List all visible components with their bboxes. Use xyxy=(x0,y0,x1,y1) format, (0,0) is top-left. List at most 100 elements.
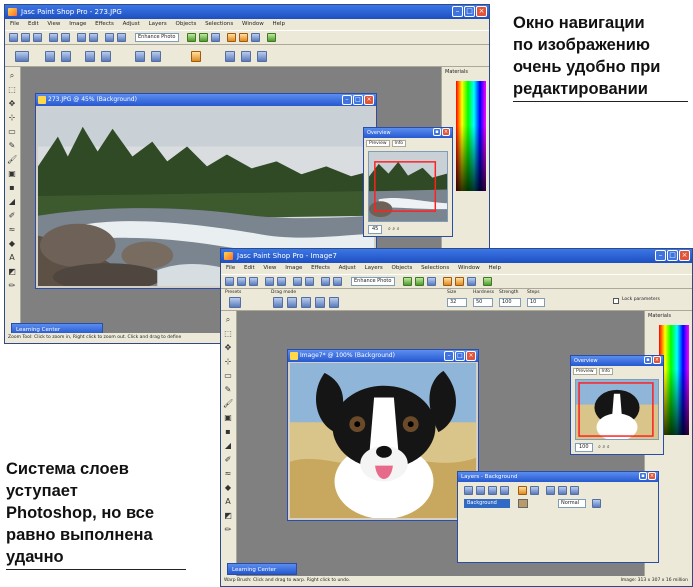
noise-mode-icon[interactable] xyxy=(329,297,339,308)
brush-icon[interactable] xyxy=(455,277,464,286)
menu-edit[interactable]: Edit xyxy=(28,21,39,27)
zoom-tools-icon[interactable]: ⌕ ⌕ ⌕ xyxy=(388,226,400,232)
menu-effects[interactable]: Effects xyxy=(95,21,114,27)
tab-info[interactable]: Info xyxy=(598,368,614,375)
pin-button[interactable]: ▪ xyxy=(644,356,652,364)
maximize-button[interactable]: □ xyxy=(353,95,363,105)
selection-tool-icon[interactable]: ⬚ xyxy=(7,85,17,94)
menu-file[interactable]: File xyxy=(226,265,235,271)
link-icon[interactable] xyxy=(558,486,567,495)
brush-icon[interactable] xyxy=(239,33,248,42)
menu-objects[interactable]: Objects xyxy=(176,21,197,27)
lock-parameters-checkbox[interactable] xyxy=(613,298,619,304)
layers-toggle-icon[interactable] xyxy=(199,33,208,42)
menu-selections[interactable]: Selections xyxy=(205,21,233,27)
fill-tool-icon[interactable]: ◢ xyxy=(7,197,17,206)
text-tool-icon[interactable]: A xyxy=(7,253,17,262)
browse-icon[interactable] xyxy=(249,277,258,286)
window-fit-2-icon[interactable] xyxy=(241,51,251,62)
palette-icon[interactable] xyxy=(187,33,196,42)
print-icon[interactable] xyxy=(61,33,70,42)
menu-file[interactable]: File xyxy=(10,21,19,27)
overview-toggle-icon[interactable] xyxy=(211,33,220,42)
blend-mode-dropdown[interactable]: Normal xyxy=(558,499,586,508)
rectangle-tool-icon[interactable]: ▭ xyxy=(7,127,17,136)
script-icon[interactable] xyxy=(443,277,452,286)
warp-tool-icon[interactable]: ≈ xyxy=(223,469,233,478)
contract-mode-icon[interactable] xyxy=(301,297,311,308)
menu-edit[interactable]: Edit xyxy=(244,265,255,271)
color-picker[interactable] xyxy=(456,81,486,191)
zoom-more-icon[interactable] xyxy=(191,51,201,62)
eraser-tool-icon[interactable]: ▪ xyxy=(7,183,17,192)
zoom-fit-icon[interactable] xyxy=(135,51,145,62)
pencil-tool-icon[interactable]: ✏ xyxy=(7,281,17,290)
delete-layer-icon[interactable] xyxy=(530,486,539,495)
strength-field[interactable]: 100 xyxy=(499,298,521,307)
menu-effects[interactable]: Effects xyxy=(311,265,330,271)
close-button[interactable]: × xyxy=(648,472,656,480)
menu-objects[interactable]: Objects xyxy=(392,265,413,271)
close-button[interactable]: × xyxy=(653,356,661,364)
window-fit-icon[interactable] xyxy=(225,51,235,62)
menu-selections[interactable]: Selections xyxy=(421,265,449,271)
lock-icon[interactable] xyxy=(570,486,579,495)
learning-center-bar[interactable]: Learning Center xyxy=(227,563,297,575)
overview-toggle-icon[interactable] xyxy=(427,277,436,286)
menu-adjust[interactable]: Adjust xyxy=(339,265,356,271)
menu-window[interactable]: Window xyxy=(458,265,480,271)
layers-toggle-icon[interactable] xyxy=(415,277,424,286)
undo-icon[interactable] xyxy=(77,33,86,42)
text-tool-icon[interactable]: A xyxy=(223,497,233,506)
learning-icon[interactable] xyxy=(483,277,492,286)
menu-layers[interactable]: Layers xyxy=(149,21,167,27)
menu-view[interactable]: View xyxy=(263,265,276,271)
save-icon[interactable] xyxy=(49,33,58,42)
pen-tool-icon[interactable]: ✎ xyxy=(7,141,17,150)
clone-tool-icon[interactable]: ▣ xyxy=(7,169,17,178)
clone-tool-icon[interactable]: ▣ xyxy=(223,413,233,422)
palette-icon[interactable] xyxy=(403,277,412,286)
dropper-tool-icon[interactable]: ✐ xyxy=(223,455,233,464)
close-button[interactable]: × xyxy=(442,128,450,136)
script-icon[interactable] xyxy=(227,33,236,42)
warp-tool-icon[interactable]: ≈ xyxy=(7,225,17,234)
zoom-tools-icon[interactable]: ⌕ ⌕ ⌕ xyxy=(598,444,610,450)
zoom-actual-icon[interactable] xyxy=(151,51,161,62)
warp-preset-icon[interactable] xyxy=(229,297,241,308)
push-mode-icon[interactable] xyxy=(273,297,283,308)
expand-mode-icon[interactable] xyxy=(287,297,297,308)
enhance-photo-dropdown[interactable]: Enhance Photo xyxy=(351,277,395,286)
menu-window[interactable]: Window xyxy=(242,21,264,27)
minimize-button[interactable]: – xyxy=(452,6,463,17)
print-icon[interactable] xyxy=(277,277,286,286)
window-fit-3-icon[interactable] xyxy=(257,51,267,62)
image-window-dog[interactable]: Image7* @ 100% (Background) – □ × xyxy=(287,349,479,521)
eraser-tool-icon[interactable]: ▪ xyxy=(223,427,233,436)
rectangle-tool-icon[interactable]: ▭ xyxy=(223,371,233,380)
enhance-photo-dropdown[interactable]: Enhance Photo xyxy=(135,33,179,42)
minimize-button[interactable]: – xyxy=(444,351,454,361)
overview-preview[interactable] xyxy=(575,379,659,440)
cut-icon[interactable] xyxy=(105,33,114,42)
maximize-button[interactable]: □ xyxy=(667,250,678,261)
menu-layers[interactable]: Layers xyxy=(365,265,383,271)
menu-help[interactable]: Help xyxy=(272,21,285,27)
image-canvas[interactable] xyxy=(290,363,476,518)
histogram-icon[interactable] xyxy=(467,277,476,286)
shape-tool-icon[interactable]: ◆ xyxy=(7,239,17,248)
steps-field[interactable]: 10 xyxy=(527,298,545,307)
tab-preview[interactable]: Preview xyxy=(573,368,597,375)
size-field[interactable]: 32 xyxy=(447,298,467,307)
twirl-mode-icon[interactable] xyxy=(315,297,325,308)
zoom-in-icon[interactable] xyxy=(45,51,55,62)
layer-properties-icon[interactable] xyxy=(546,486,555,495)
overview-preview[interactable] xyxy=(368,151,448,222)
zoom-stepper-icon[interactable] xyxy=(61,51,71,62)
tab-info[interactable]: Info xyxy=(391,140,407,147)
visibility-icon[interactable] xyxy=(592,499,601,508)
close-button[interactable]: × xyxy=(466,351,476,361)
menu-adjust[interactable]: Adjust xyxy=(123,21,140,27)
histogram-icon[interactable] xyxy=(251,33,260,42)
object-tool-icon[interactable]: ◩ xyxy=(7,267,17,276)
